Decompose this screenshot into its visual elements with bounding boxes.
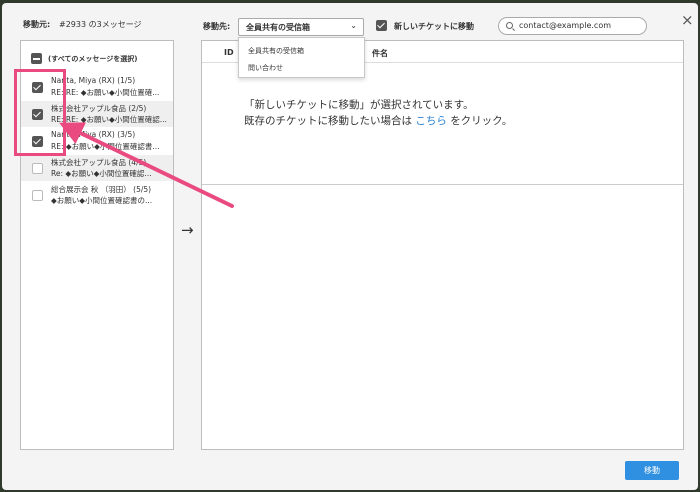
destination-option[interactable]: 全員共有の受信箱 (248, 46, 304, 56)
destination-option[interactable]: 問い合わせ (248, 63, 283, 73)
item-subject: Re: ◆お願い◆小間位置確認... (51, 169, 152, 178)
column-header-id: ID (224, 48, 234, 57)
info-message-line1: 「新しいチケットに移動」が選択されています。 (244, 99, 474, 111)
close-button[interactable]: × (681, 13, 694, 28)
new-ticket-checkbox[interactable] (376, 20, 387, 31)
destination-selected: 全員共有の受信箱 (246, 23, 310, 32)
search-value: contact@example.com (519, 21, 611, 30)
target-ticket-panel: ID 件名 「新しいチケットに移動」が選択されています。 既存のチケットに移動し… (201, 40, 684, 450)
destination-dropdown[interactable]: 全員共有の受信箱 ⌄ (238, 18, 364, 36)
item-subject: ◆お願い◆小間位置確認書の... (51, 196, 153, 205)
info-message-line2: 既存のチケットに移動したい場合は こちら をクリック。 (244, 113, 512, 128)
info-message-pre: 既存のチケットに移動したい場合は (244, 115, 412, 127)
dest-label: 移動先: (203, 22, 231, 31)
section-divider (202, 184, 683, 185)
item-sender: 株式会社アップル食品 (4/5) (51, 158, 147, 167)
item-subject: RE: ◆お願い◆小間位置確認書... (51, 142, 160, 151)
info-message-post: をクリック。 (450, 115, 513, 127)
new-ticket-label: 新しいチケットに移動 (394, 22, 474, 31)
move-button[interactable]: 移動 (625, 461, 679, 480)
highlight-box (14, 69, 66, 156)
source-label: 移動元: (23, 20, 51, 29)
source-value: #2933 の3メッセージ (59, 20, 142, 29)
item-sender: 総合展示会 秋 （羽田） (5/5) (51, 185, 152, 194)
destination-menu: 全員共有の受信箱 問い合わせ (238, 37, 365, 78)
list-item[interactable]: 株式会社アップル食品 (4/5) Re: ◆お願い◆小間位置確認... (21, 155, 173, 181)
item-checkbox[interactable] (32, 163, 43, 174)
item-subject: RE: RE: ◆お願い◆小間位置確認... (51, 115, 167, 124)
item-subject: RE: RE: ◆お願い◆小間位置確... (51, 88, 160, 97)
search-icon (506, 22, 513, 29)
column-header-subject: 件名 (372, 49, 388, 58)
move-messages-dialog: 移動元: #2933 の3メッセージ 移動先: 全員共有の受信箱 ⌄ 全員共有の… (2, 3, 698, 490)
search-input[interactable]: contact@example.com (498, 17, 647, 35)
existing-ticket-link[interactable]: こちら (415, 115, 447, 127)
select-all-label: (すべてのメッセージを選択) (48, 55, 138, 63)
item-checkbox[interactable] (32, 190, 43, 201)
arrow-right-icon: → (181, 221, 194, 239)
chevron-down-icon: ⌄ (350, 21, 357, 30)
select-all-checkbox[interactable] (31, 53, 42, 64)
list-item[interactable]: 総合展示会 秋 （羽田） (5/5) ◆お願い◆小間位置確認書の... (21, 182, 173, 208)
